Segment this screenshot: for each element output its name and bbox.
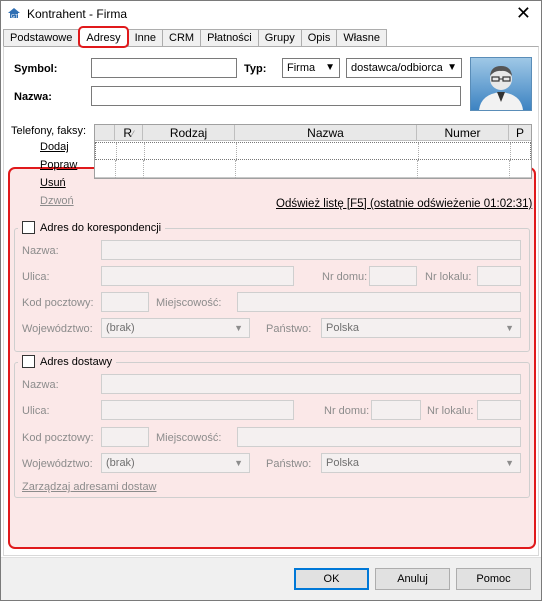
role-select-value: dostawca/odbiorca	[351, 62, 443, 74]
corr-city-input[interactable]	[237, 292, 521, 312]
contact-avatar[interactable]	[470, 57, 532, 111]
delivery-legend-label: Adres dostawy	[40, 355, 113, 368]
name-label: Nazwa:	[14, 91, 52, 103]
table-header-p[interactable]: P	[509, 125, 531, 141]
chevron-down-icon: ▼	[234, 323, 243, 333]
corr-voivodeship-value: (brak)	[106, 322, 135, 334]
deliv-country-label: Państwo:	[266, 458, 312, 470]
table-header-r[interactable]: R⁄	[115, 125, 143, 141]
tab-content: Symbol: Typ: Firma ▼ dostawca/odbiorca ▼…	[3, 46, 539, 556]
title-bar: GT Kontrahent - Firma ✕	[1, 1, 541, 27]
tab-wlasne[interactable]: Własne	[336, 29, 388, 47]
corr-street-input[interactable]	[101, 266, 294, 286]
ok-button[interactable]: OK	[294, 568, 369, 590]
tab-inne[interactable]: Inne	[127, 29, 164, 47]
corr-voivodeship-select[interactable]: (brak) ▼	[101, 318, 250, 338]
deliv-voivodeship-value: (brak)	[106, 457, 135, 469]
table-header-numer[interactable]: Numer	[417, 125, 509, 141]
deliv-city-label: Miejscowość:	[156, 432, 222, 444]
tab-adresy[interactable]: Adresy	[78, 26, 129, 48]
table-header-blank	[95, 125, 115, 141]
tab-platnosci[interactable]: Płatności	[200, 29, 259, 47]
name-input[interactable]	[91, 86, 461, 106]
corr-country-value: Polska	[326, 322, 360, 334]
chevron-down-icon: ▼	[234, 458, 243, 468]
deliv-street-input[interactable]	[101, 400, 294, 420]
corr-postal-input[interactable]	[101, 292, 149, 312]
corr-city-label: Miejscowość:	[156, 297, 222, 309]
correspondence-legend-label: Adres do korespondencji	[40, 221, 162, 234]
deliv-street-label: Ulica:	[22, 405, 50, 417]
chevron-down-icon: ▼	[325, 62, 335, 73]
symbol-input[interactable]	[91, 58, 237, 78]
type-select-value: Firma	[287, 62, 316, 74]
table-header-nazwa[interactable]: Nazwa	[235, 125, 417, 141]
chevron-down-icon: ▼	[505, 323, 514, 333]
deliv-country-select[interactable]: Polska ▼	[321, 453, 521, 473]
corr-street-label: Ulica:	[22, 271, 50, 283]
deliv-name-input[interactable]	[101, 374, 521, 394]
deliv-postal-input[interactable]	[101, 427, 149, 447]
tab-bar: Podstawowe Adresy Inne CRM Płatności Gru…	[3, 26, 388, 48]
delete-phone-link[interactable]: Usuń	[40, 177, 66, 189]
table-row[interactable]	[95, 160, 531, 178]
deliv-name-label: Nazwa:	[22, 379, 59, 391]
phones-table[interactable]: R⁄ Rodzaj Nazwa Numer P	[94, 124, 532, 179]
role-select[interactable]: dostawca/odbiorca ▼	[346, 58, 462, 78]
type-select[interactable]: Firma ▼	[282, 58, 340, 78]
dialog-footer: OK Anuluj Pomoc	[1, 557, 541, 600]
refresh-list-link[interactable]: Odśwież listę [F5] (ostatnie odświeżenie…	[276, 198, 532, 210]
phones-label: Telefony, faksy:	[11, 125, 86, 137]
manage-delivery-addresses-link[interactable]: Zarządzaj adresami dostaw	[22, 481, 157, 493]
corr-country-select[interactable]: Polska ▼	[321, 318, 521, 338]
corr-postal-label: Kod pocztowy:	[22, 297, 94, 309]
deliv-city-input[interactable]	[237, 427, 521, 447]
dialog-window: GT Kontrahent - Firma ✕ Podstawowe Adres…	[0, 0, 542, 601]
corr-name-input[interactable]	[101, 240, 521, 260]
chevron-down-icon: ▼	[505, 458, 514, 468]
corr-house-label: Nr domu:	[322, 271, 368, 283]
deliv-postal-label: Kod pocztowy:	[22, 432, 94, 444]
type-label: Typ:	[244, 63, 267, 75]
deliv-voivodeship-label: Województwo:	[22, 458, 93, 470]
cancel-button[interactable]: Anuluj	[375, 568, 450, 590]
svg-text:GT: GT	[11, 14, 18, 19]
table-header-rodzaj[interactable]: Rodzaj	[143, 125, 235, 141]
deliv-flat-input[interactable]	[477, 400, 521, 420]
deliv-house-input[interactable]	[371, 400, 421, 420]
correspondence-legend[interactable]: Adres do korespondencji	[18, 221, 166, 234]
deliv-house-label: Nr domu:	[324, 405, 370, 417]
corr-flat-label: Nr lokalu:	[425, 271, 472, 283]
add-phone-link[interactable]: Dodaj	[40, 141, 69, 153]
app-icon: GT	[8, 8, 20, 19]
delivery-legend[interactable]: Adres dostawy	[18, 355, 117, 368]
tab-podstawowe[interactable]: Podstawowe	[3, 29, 80, 47]
edit-phone-link[interactable]: Popraw	[40, 159, 77, 171]
corr-house-input[interactable]	[369, 266, 417, 286]
chevron-down-icon: ▼	[447, 62, 457, 73]
tab-opis[interactable]: Opis	[300, 29, 338, 47]
corr-flat-input[interactable]	[477, 266, 521, 286]
person-icon	[479, 66, 523, 110]
deliv-country-value: Polska	[326, 457, 360, 469]
tab-grupy[interactable]: Grupy	[257, 29, 302, 47]
table-row[interactable]	[95, 142, 531, 161]
symbol-label: Symbol:	[14, 63, 58, 75]
corr-voivodeship-label: Województwo:	[22, 323, 93, 335]
correspondence-checkbox[interactable]	[22, 221, 35, 234]
deliv-voivodeship-select[interactable]: (brak) ▼	[101, 453, 250, 473]
tab-crm[interactable]: CRM	[162, 29, 202, 47]
window-title: Kontrahent - Firma	[27, 7, 128, 21]
deliv-flat-label: Nr lokalu:	[427, 405, 474, 417]
call-phone-link[interactable]: Dzwoń	[40, 195, 74, 207]
close-icon[interactable]: ✕	[516, 3, 531, 23]
help-button[interactable]: Pomoc	[456, 568, 531, 590]
delivery-checkbox[interactable]	[22, 355, 35, 368]
corr-name-label: Nazwa:	[22, 245, 59, 257]
corr-country-label: Państwo:	[266, 323, 312, 335]
